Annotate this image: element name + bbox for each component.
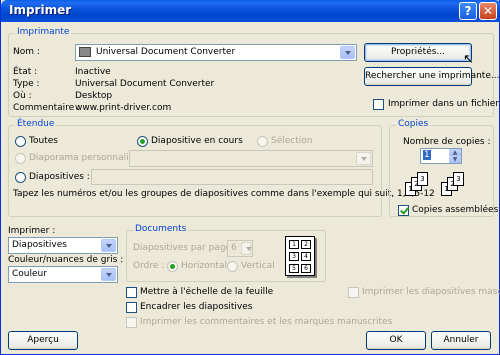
chevron-down-icon[interactable] bbox=[101, 239, 116, 252]
copies-count-label: Nombre de copies : bbox=[403, 137, 491, 147]
handout-layout-preview: 1 2 3 4 5 6 bbox=[285, 236, 315, 276]
color-value: Couleur bbox=[12, 269, 47, 279]
printer-name-value: Universal Document Converter bbox=[96, 47, 236, 57]
current-slide-radio[interactable] bbox=[137, 136, 148, 147]
selection-radio[interactable] bbox=[257, 136, 268, 147]
print-hidden-label: Imprimer les diapositives masquées bbox=[362, 287, 500, 297]
copies-count-value: 1 bbox=[423, 150, 431, 160]
handouts-legend: Documents bbox=[133, 224, 189, 234]
state-label: État : bbox=[13, 67, 38, 77]
printer-name-label: Nom : bbox=[13, 47, 40, 57]
print-what-label: Imprimer : bbox=[8, 226, 56, 236]
where-label: Où : bbox=[13, 91, 32, 101]
order-label: Ordre : bbox=[133, 261, 165, 271]
copies-count-input[interactable]: 1 ▲ ▼ bbox=[420, 148, 462, 164]
preview-button[interactable]: Aperçu bbox=[8, 331, 78, 350]
per-page-select[interactable]: 6 bbox=[227, 240, 253, 257]
frame-slides-label: Encadrer les diapositives bbox=[140, 302, 253, 312]
spin-down-icon[interactable]: ▼ bbox=[449, 156, 461, 163]
chevron-down-icon[interactable] bbox=[101, 268, 116, 281]
properties-button[interactable]: Propriétés... bbox=[364, 43, 472, 62]
all-radio[interactable] bbox=[15, 136, 26, 147]
color-select[interactable]: Couleur bbox=[8, 266, 118, 283]
slides-radio[interactable] bbox=[15, 172, 26, 183]
window-title: Imprimer bbox=[9, 3, 72, 17]
print-to-file-label: Imprimer dans un fichier bbox=[388, 99, 500, 109]
frame-slides-checkbox[interactable] bbox=[126, 302, 137, 313]
per-page-label: Diapositives par page : bbox=[133, 243, 237, 253]
collate-illustration: 1 2 3 1 2 3 bbox=[399, 168, 479, 200]
all-label: Toutes bbox=[29, 136, 58, 146]
type-value: Universal Document Converter bbox=[75, 79, 215, 89]
chevron-down-icon[interactable] bbox=[340, 46, 355, 59]
per-page-value: 6 bbox=[231, 243, 237, 253]
chevron-down-icon[interactable] bbox=[241, 242, 252, 255]
scale-to-fit-checkbox[interactable] bbox=[126, 287, 137, 298]
custom-show-select[interactable] bbox=[129, 150, 373, 167]
printer-icon bbox=[79, 47, 91, 57]
slides-label: Diapositives : bbox=[29, 172, 90, 182]
color-label: Couleur/nuances de gris : bbox=[8, 255, 124, 265]
chevron-down-icon[interactable] bbox=[356, 152, 371, 165]
mouse-cursor-icon: ↖ bbox=[463, 52, 474, 67]
comment-label: Commentaire : bbox=[13, 103, 81, 113]
custom-show-label: Diaporama personnalisé : bbox=[29, 153, 145, 163]
find-printer-button[interactable]: Rechercher une imprimante... bbox=[364, 67, 499, 86]
ok-button[interactable]: OK bbox=[366, 331, 426, 350]
collate-label: Copies assemblées bbox=[412, 205, 499, 215]
print-comments-checkbox[interactable] bbox=[126, 317, 137, 328]
print-to-file-checkbox[interactable] bbox=[373, 99, 384, 110]
horizontal-radio[interactable] bbox=[167, 261, 178, 272]
where-value: Desktop bbox=[75, 91, 113, 101]
current-slide-label: Diapositive en cours bbox=[151, 136, 243, 146]
selection-label: Sélection bbox=[271, 136, 313, 146]
print-what-select[interactable]: Diapositives bbox=[8, 237, 118, 254]
vertical-label: Vertical bbox=[241, 261, 275, 271]
spin-up-icon[interactable]: ▲ bbox=[449, 149, 461, 156]
state-value: Inactive bbox=[75, 67, 111, 77]
cancel-button[interactable]: Annuler bbox=[431, 331, 491, 350]
copies-legend: Copies bbox=[396, 119, 431, 129]
range-hint: Tapez les numéros et/ou les groupes de d… bbox=[13, 189, 435, 199]
custom-show-radio[interactable] bbox=[15, 153, 26, 164]
range-legend: Étendue bbox=[15, 119, 57, 129]
help-button[interactable]: ? bbox=[459, 2, 477, 20]
scale-to-fit-label: Mettre à l'échelle de la feuille bbox=[140, 287, 274, 297]
vertical-radio[interactable] bbox=[227, 261, 238, 272]
comment-value: www.print-driver.com bbox=[75, 103, 172, 113]
printer-name-select[interactable]: Universal Document Converter bbox=[75, 44, 357, 61]
close-button[interactable]: ✕ bbox=[479, 2, 497, 20]
print-hidden-checkbox[interactable] bbox=[348, 287, 359, 298]
printer-legend: Imprimante bbox=[15, 27, 72, 37]
print-comments-label: Imprimer les commentaires et les marques… bbox=[140, 317, 393, 327]
print-what-value: Diapositives bbox=[12, 240, 67, 250]
type-label: Type : bbox=[13, 79, 40, 89]
horizontal-label: Horizontal bbox=[181, 261, 227, 271]
title-bar: Imprimer ? ✕ bbox=[1, 0, 500, 22]
print-dialog: Imprimer ? ✕ Imprimante Nom : Universal … bbox=[0, 0, 500, 355]
slides-input[interactable] bbox=[91, 169, 373, 185]
collate-checkbox[interactable] bbox=[398, 205, 409, 216]
